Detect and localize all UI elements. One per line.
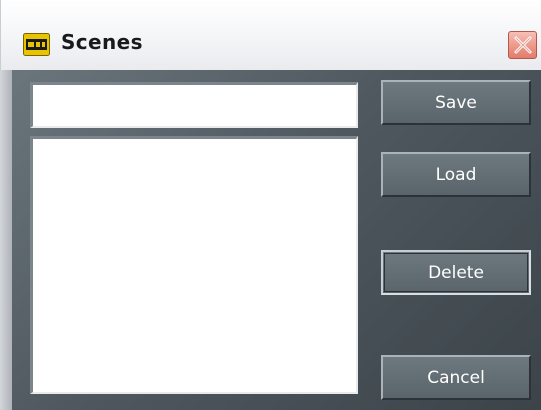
scene-name-input[interactable]	[30, 82, 358, 128]
save-button[interactable]: Save	[381, 80, 531, 125]
delete-button[interactable]: Delete	[381, 250, 531, 295]
scenes-app-icon	[23, 33, 50, 56]
cancel-button[interactable]: Cancel	[381, 355, 531, 400]
title-bar[interactable]: Scenes	[0, 0, 541, 70]
window-left-border	[0, 70, 12, 410]
close-button[interactable]	[508, 31, 537, 59]
scene-list[interactable]	[30, 136, 358, 394]
scenes-dialog: Scenes Save Load Delete Cancel	[0, 0, 541, 410]
window-title: Scenes	[61, 30, 143, 54]
load-button[interactable]: Load	[381, 152, 531, 197]
